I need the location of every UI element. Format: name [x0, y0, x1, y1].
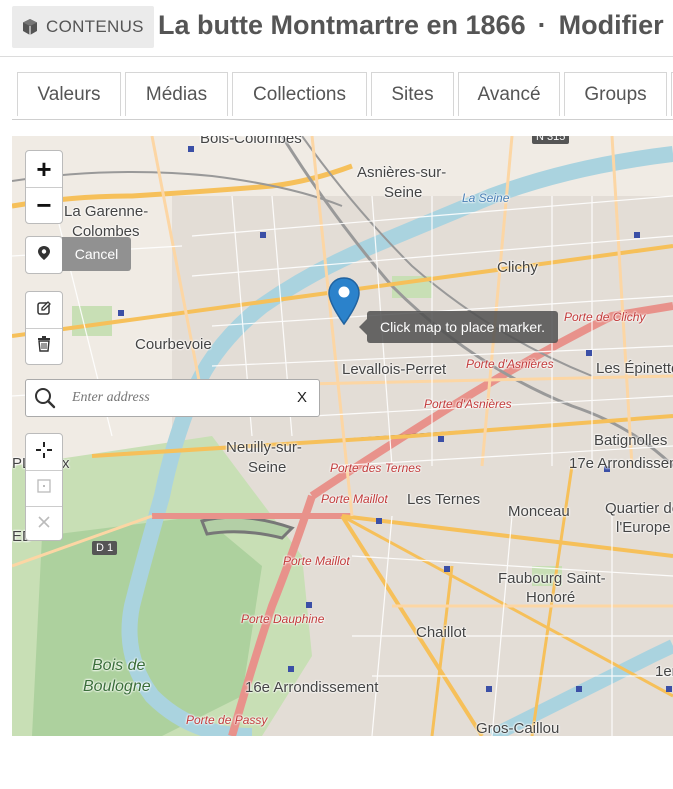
- cancel-button[interactable]: Cancel: [62, 237, 131, 271]
- tab-avance[interactable]: Avancé: [458, 72, 560, 116]
- road-shield: N 315: [532, 136, 570, 144]
- map-label: l'Europe: [616, 519, 671, 536]
- tab-collections[interactable]: Collections: [232, 72, 367, 116]
- crosshair-icon: [35, 441, 53, 464]
- map-label: Les Ternes: [407, 491, 481, 508]
- map-label: x: [62, 455, 70, 472]
- tabs-divider: [12, 119, 673, 120]
- draw-marker-button[interactable]: [26, 237, 62, 273]
- cube-icon: [20, 17, 40, 37]
- map-label: Porte Dauphine: [241, 612, 325, 626]
- road-shield: D 1: [92, 541, 118, 555]
- map-label: Porte Maillot: [321, 492, 388, 506]
- trash-icon: [37, 336, 51, 357]
- map-label: Courbevoie: [135, 336, 212, 353]
- map-label: Porte Maillot: [283, 554, 350, 568]
- badge-label: CONTENUS: [46, 17, 144, 36]
- map-label: 16e Arrondissement: [245, 679, 379, 696]
- close-icon: [36, 514, 52, 535]
- page-action: Modifier: [558, 10, 664, 40]
- map-label: Porte de Passy: [186, 713, 268, 727]
- draw-marker-control: [25, 236, 63, 274]
- delete-layers-button[interactable]: [26, 328, 62, 364]
- map-label: Monceau: [508, 503, 570, 520]
- map-label: Seine: [384, 184, 423, 201]
- map-pin-icon: [328, 277, 360, 326]
- section-tabs: Valeurs Médias Collections Sites Avancé …: [17, 72, 673, 120]
- map-marker[interactable]: [328, 277, 360, 326]
- map-label: Porte d'Asnières: [424, 397, 512, 411]
- edit-icon: [36, 300, 52, 321]
- map-label: Gros-Caillou: [476, 720, 560, 736]
- map-label: Chaillot: [416, 624, 467, 641]
- fit-bounds-button[interactable]: [26, 470, 62, 506]
- tab-valeurs[interactable]: Valeurs: [17, 72, 121, 116]
- map-label: Quartier de: [605, 500, 673, 517]
- edit-layers-button[interactable]: [26, 292, 62, 328]
- search-clear-button[interactable]: X: [297, 389, 307, 406]
- locate-button[interactable]: [26, 434, 62, 470]
- extra-map-controls: [25, 433, 63, 541]
- map-label: 17e Arrondissement: [569, 455, 673, 472]
- map-label: Batignolles: [594, 432, 668, 449]
- resource-type-badge: CONTENUS: [12, 6, 154, 48]
- map-label: Bois de: [92, 657, 146, 674]
- zoom-control: + −: [25, 150, 63, 224]
- tab-medias[interactable]: Médias: [125, 72, 228, 116]
- map-label: Porte de Clichy: [564, 310, 646, 324]
- map-label: Asnières-sur-: [357, 164, 447, 181]
- zoom-out-button[interactable]: −: [26, 187, 62, 223]
- map-label: Bois-Colombes: [200, 136, 302, 147]
- draw-tooltip: Click map to place marker.: [359, 311, 558, 343]
- address-search-input[interactable]: [72, 390, 282, 406]
- map-label: Les Épinettes: [596, 360, 673, 377]
- search-icon[interactable]: [26, 379, 64, 417]
- address-search: X: [25, 379, 320, 417]
- edit-layers-control: [25, 291, 63, 365]
- page-header: CONTENUS La butte Montmartre en 1866 · Mod…: [0, 0, 673, 57]
- item-title: La butte Montmartre en 1866: [158, 10, 526, 40]
- zoom-in-button[interactable]: +: [26, 151, 62, 187]
- fit-bounds-icon: [36, 478, 52, 499]
- map-label: 1er: [655, 663, 673, 680]
- map-label: Porte d'Asnières: [466, 357, 554, 371]
- page-title-wrap: La butte Montmartre en 1866 · Modifier: [158, 0, 673, 56]
- page-title: La butte Montmartre en 1866 · Modifier: [158, 10, 664, 41]
- map-label: Seine: [248, 459, 287, 476]
- title-separator: ·: [537, 10, 547, 40]
- map-label: Faubourg Saint-: [498, 570, 606, 587]
- tab-groups[interactable]: Groups: [564, 72, 667, 116]
- map-label: La Seine: [462, 191, 510, 205]
- clear-markers-button[interactable]: [26, 506, 62, 542]
- map-pin-icon: [37, 245, 51, 266]
- map-view[interactable]: Bois-Colombes N 315 Asnières-sur- Seine …: [12, 136, 673, 736]
- map-label: Levallois-Perret: [342, 361, 447, 378]
- map-label: Honoré: [526, 589, 576, 606]
- map-label: Clichy: [497, 259, 538, 276]
- map-label: Neuilly-sur-: [226, 439, 302, 456]
- map-label: Boulogne: [83, 678, 151, 695]
- map-label: La Garenne-: [64, 203, 149, 220]
- tab-sites[interactable]: Sites: [371, 72, 454, 116]
- map-label: Porte des Ternes: [330, 461, 421, 475]
